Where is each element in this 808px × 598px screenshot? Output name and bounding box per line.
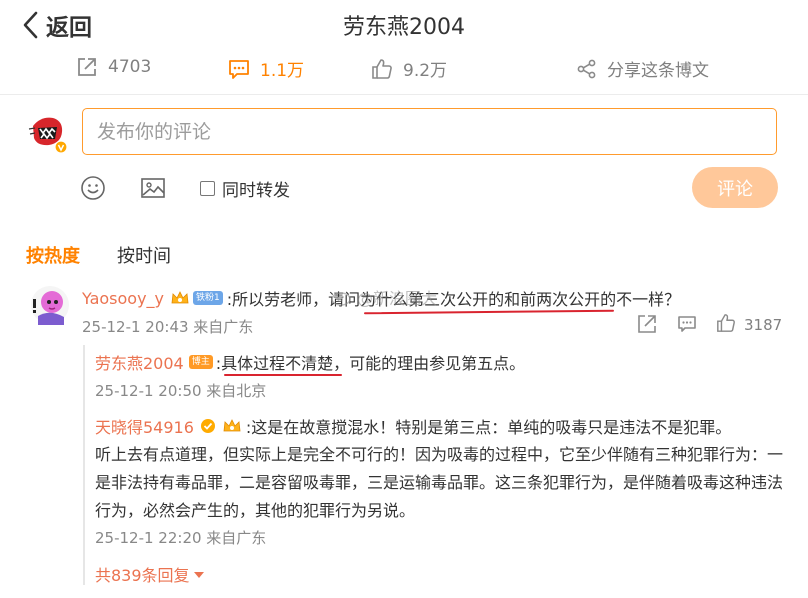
comment-text: :所以劳老师，请问为什么第三次公开的和前两次公开的不一样？	[226, 290, 681, 309]
watermark: @新浪圈大	[330, 285, 437, 309]
share-label: 分享这条博文	[607, 61, 709, 81]
like-count: 9.2万	[403, 61, 448, 81]
like-stat[interactable]: 9.2万	[371, 56, 447, 81]
reply-2-user[interactable]: 天晓得54916	[95, 414, 194, 438]
reply-2-text-body: 听上去有点道理，但实际上是完全不可行的！因为吸毒的过程中，它至少伴随有三种犯罪行…	[95, 445, 784, 520]
submit-comment-button[interactable]: 评论	[692, 167, 778, 208]
emoji-icon[interactable]	[80, 175, 106, 201]
watermark-text: @新浪圈大	[357, 289, 438, 308]
comment-like-count: 3187	[744, 316, 783, 334]
repost-count: 4703	[108, 57, 152, 77]
page-title: 劳东燕2004	[343, 15, 465, 40]
crown-icon	[171, 291, 189, 304]
thumbs-up-icon[interactable]	[716, 313, 736, 333]
repost-icon	[78, 58, 96, 76]
reply-icon[interactable]	[677, 314, 697, 334]
thumbs-up-icon	[372, 58, 392, 79]
composer-tools: 同时转发	[80, 172, 290, 204]
share-button[interactable]: 分享这条博文	[577, 56, 709, 81]
divider	[0, 94, 808, 95]
comment-input[interactable]	[82, 108, 777, 155]
comment-icon	[229, 59, 249, 79]
repost-checkbox[interactable]: 同时转发	[200, 176, 290, 201]
comment-stat[interactable]: 1.1万	[228, 56, 304, 81]
image-icon[interactable]	[140, 175, 166, 201]
more-replies-link[interactable]: 共839条回复	[95, 562, 204, 586]
fan-badge: 铁粉1	[193, 291, 223, 305]
top-bar: 返回 劳东燕2004	[0, 0, 808, 50]
more-replies-label: 共839条回复	[95, 566, 190, 585]
tab-sort-time[interactable]: 按时间	[117, 242, 171, 268]
repost-icon[interactable]	[637, 314, 657, 334]
comment-time: 25-12-1 20:43 来自广东	[82, 318, 254, 336]
owner-badge: 博主	[188, 355, 213, 369]
caret-down-icon	[193, 572, 204, 578]
reply-2-time: 25-12-1 22:20 来自广东	[95, 529, 267, 547]
share-icon	[577, 59, 596, 78]
reply-1-line: 劳东燕2004 博主 :具体过程不清楚，可能的理由参见第五点。	[95, 350, 525, 374]
weibo-logo-icon	[331, 292, 351, 306]
reply-1-time: 25-12-1 20:50 来自北京	[95, 382, 267, 400]
comment-count: 1.1万	[260, 61, 305, 81]
repost-stat[interactable]: 4703	[76, 56, 151, 78]
checkbox-box[interactable]	[200, 180, 215, 196]
crown-icon	[223, 419, 241, 432]
my-avatar[interactable]	[27, 112, 69, 154]
tab-sort-hot[interactable]: 按热度	[26, 242, 80, 268]
verified-icon	[200, 419, 215, 433]
reply-1-user[interactable]: 劳东燕2004	[95, 350, 184, 374]
reply-2-text-lead: :这是在故意搅混水！特别是第三点：单纯的吸毒只是违法不是犯罪。	[245, 418, 732, 437]
commenter-avatar[interactable]	[30, 285, 70, 325]
commenter-name[interactable]: Yaosooy_y	[82, 289, 164, 308]
annotation-underline	[224, 374, 342, 376]
reply-1-text: :具体过程不清楚，可能的理由参见第五点。	[215, 354, 526, 373]
reply-2-line: 天晓得54916 :这是在故意搅混水！特别是第三点：单纯的吸毒只是违法不是犯罪。	[95, 414, 731, 438]
reply-thread-bar	[83, 345, 85, 585]
annotation-underline	[363, 309, 615, 315]
stats-bar: 4703 1.1万 9.2万 分享这条博文	[0, 50, 808, 90]
repost-label: 同时转发	[222, 180, 290, 201]
